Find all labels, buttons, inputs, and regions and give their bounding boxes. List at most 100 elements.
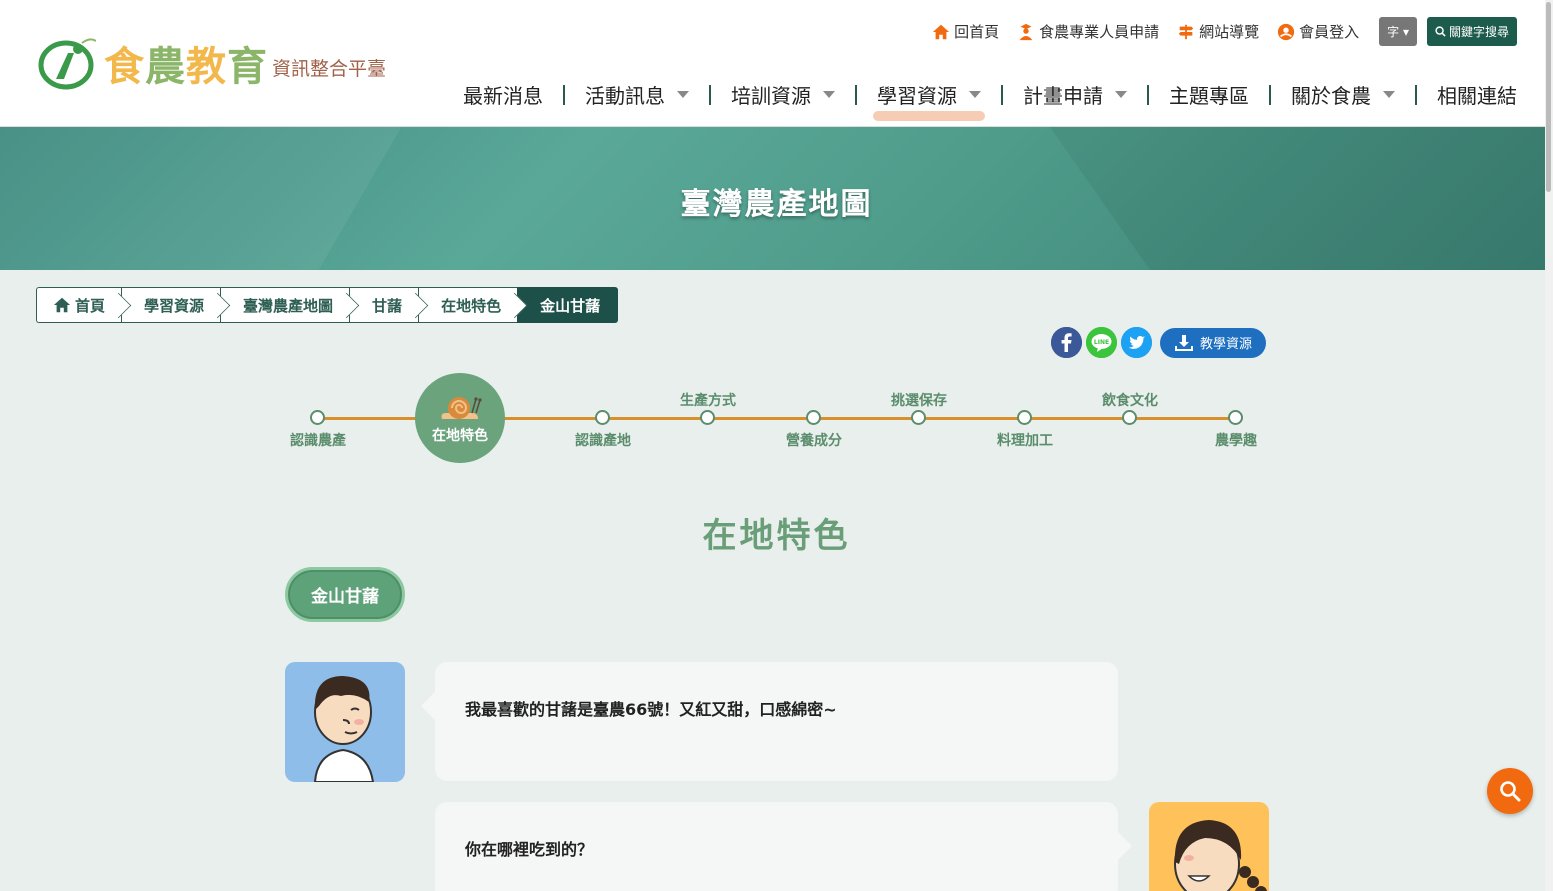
nav-divider [855, 84, 857, 105]
nav-label: 關於食農 [1291, 84, 1371, 108]
girl-avatar [1149, 802, 1269, 891]
user-circle-icon [1278, 23, 1295, 40]
top-utility-bar: 回首頁 食農專業人員申請 網站導覽 會員登入 字 ▾ 關鍵字搜尋 [932, 17, 1517, 46]
variety-tag-button[interactable]: 金山甘藷 [285, 567, 405, 622]
nav-divider [1269, 84, 1271, 105]
home-link-label: 回首頁 [954, 23, 1000, 41]
step-label[interactable]: 農學趣 [1215, 430, 1257, 450]
snail-icon [441, 397, 482, 419]
keyword-search-button[interactable]: 關鍵字搜尋 [1426, 17, 1517, 46]
breadcrumb-label: 在地特色 [441, 296, 502, 315]
nav-label: 主題專區 [1169, 84, 1249, 108]
step-active-label: 在地特色 [432, 428, 488, 444]
step-node[interactable] [1017, 410, 1032, 425]
nav-events[interactable]: 活動訊息 [585, 80, 689, 109]
breadcrumb-label: 臺灣農產地圖 [243, 296, 334, 315]
step-label[interactable]: 飲食文化 [1102, 390, 1158, 410]
nav-label: 最新消息 [463, 84, 543, 108]
nav-learning[interactable]: 學習資源 [873, 80, 985, 121]
step-node[interactable] [310, 410, 325, 425]
nav-divider [563, 84, 565, 105]
site-header: 食農教育 資訊整合平臺 回首頁 食農專業人員申請 網站導覽 會員登入 字 ▾ 關… [0, 0, 1553, 127]
search-icon [1435, 26, 1446, 37]
twitter-icon[interactable] [1121, 327, 1152, 358]
section-title: 在地特色 [702, 516, 851, 556]
breadcrumb-label: 學習資源 [144, 296, 205, 315]
nav-project[interactable]: 計畫申請 [1023, 80, 1127, 109]
teaching-resources-label: 教學資源 [1200, 337, 1253, 352]
login-link-label: 會員登入 [1299, 23, 1360, 41]
font-size-button[interactable]: 字 ▾ [1379, 17, 1417, 46]
scrollbar-thumb[interactable] [1546, 2, 1551, 192]
page-banner: 臺灣農產地圖 [0, 127, 1553, 270]
site-logo[interactable]: 食農教育 資訊整合平臺 [38, 34, 386, 92]
nav-training[interactable]: 培訓資源 [731, 80, 835, 109]
sitemap-link[interactable]: 網站導覽 [1177, 21, 1259, 42]
font-size-label: 字 [1387, 25, 1400, 39]
nav-topics[interactable]: 主題專區 [1169, 80, 1249, 109]
step-node[interactable] [1228, 410, 1243, 425]
step-label[interactable]: 營養成分 [786, 430, 842, 450]
nav-divider [1001, 84, 1003, 105]
nav-news[interactable]: 最新消息 [463, 80, 543, 109]
teaching-resources-button[interactable]: 教學資源 [1160, 327, 1267, 358]
home-icon [53, 297, 71, 313]
page-title: 臺灣農產地圖 [680, 187, 873, 222]
breadcrumb: 首頁 學習資源 臺灣農產地圖 甘藷 在地特色 金山甘藷 [36, 287, 619, 323]
nav-label: 學習資源 [877, 84, 957, 108]
breadcrumb-local[interactable]: 在地特色 [418, 287, 518, 323]
step-active[interactable]: 在地特色 [415, 373, 505, 463]
step-label[interactable]: 認識產地 [575, 430, 631, 450]
nav-label: 相關連結 [1437, 84, 1517, 108]
step-label[interactable]: 生產方式 [680, 390, 736, 410]
apply-link[interactable]: 食農專業人員申請 [1017, 21, 1159, 42]
boy-avatar [285, 662, 405, 782]
step-node[interactable] [911, 410, 926, 425]
nav-about[interactable]: 關於食農 [1291, 80, 1395, 109]
breadcrumb-label: 甘藷 [372, 296, 403, 315]
caret-down-icon [1115, 91, 1127, 98]
login-link[interactable]: 會員登入 [1277, 21, 1359, 42]
chat-text: 我最喜歡的甘藷是臺農66號！又紅又甜，口感綿密~ [465, 700, 837, 719]
home-icon [932, 24, 950, 39]
apply-link-label: 食農專業人員申請 [1039, 23, 1160, 41]
caret-down-icon [823, 91, 835, 98]
nav-divider [1147, 84, 1149, 105]
main-navigation: 最新消息 活動訊息 培訓資源 學習資源 計畫申請 主題專區 關於食農 相關連結 [463, 80, 1517, 121]
chat-bubble-girl: 你在哪裡吃到的？ [435, 802, 1132, 891]
step-node[interactable] [700, 410, 715, 425]
home-link[interactable]: 回首頁 [932, 21, 999, 42]
share-bar: LINE 教學資源 [1051, 327, 1267, 358]
nav-divider [1415, 84, 1417, 105]
breadcrumb-learning[interactable]: 學習資源 [121, 287, 221, 323]
step-label[interactable]: 認識農產 [290, 430, 346, 450]
nav-links[interactable]: 相關連結 [1437, 80, 1517, 109]
facebook-icon[interactable] [1051, 327, 1082, 358]
download-icon [1175, 334, 1193, 351]
signpost-icon [1178, 24, 1194, 39]
person-icon [1019, 23, 1033, 40]
chat-bubble-boy: 我最喜歡的甘藷是臺農66號！又紅又甜，口感綿密~ [421, 662, 1118, 781]
breadcrumb-label: 首頁 [75, 296, 106, 315]
nav-label: 計畫申請 [1023, 84, 1103, 108]
line-icon[interactable]: LINE [1086, 327, 1117, 358]
sitemap-link-label: 網站導覽 [1199, 23, 1260, 41]
logo-title: 食農教育 [104, 43, 268, 90]
step-node[interactable] [1122, 410, 1137, 425]
step-node[interactable] [806, 410, 821, 425]
nav-label: 活動訊息 [585, 84, 665, 108]
floating-search-button[interactable] [1487, 768, 1533, 814]
search-icon [1500, 781, 1521, 802]
line-icon-text: LINE [1094, 339, 1109, 346]
breadcrumb-label: 金山甘藷 [540, 296, 601, 315]
caret-down-icon [1383, 91, 1395, 98]
nav-divider [709, 84, 711, 105]
logo-mark-icon [38, 35, 97, 91]
step-node[interactable] [595, 410, 610, 425]
nav-label: 培訓資源 [731, 84, 811, 108]
step-label[interactable]: 料理加工 [997, 430, 1053, 450]
breadcrumb-map[interactable]: 臺灣農產地圖 [220, 287, 350, 323]
breadcrumb-home[interactable]: 首頁 [36, 287, 122, 323]
keyword-search-label: 關鍵字搜尋 [1448, 25, 1509, 39]
step-label[interactable]: 挑選保存 [891, 390, 947, 410]
